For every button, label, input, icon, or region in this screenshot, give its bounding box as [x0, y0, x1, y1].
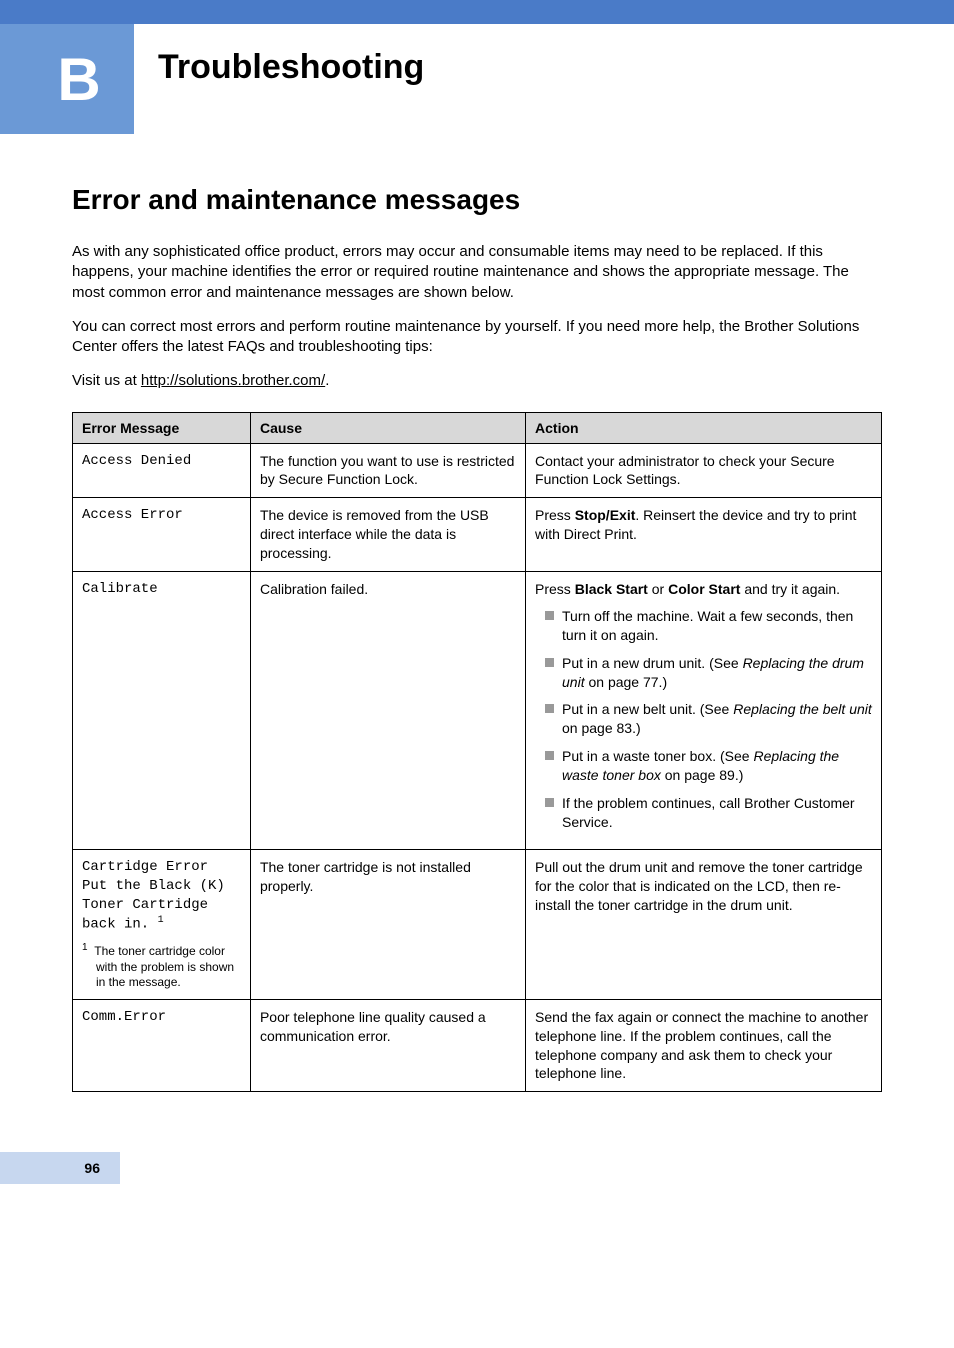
list-item: Turn off the machine. Wait a few seconds…: [535, 607, 872, 645]
t: Press: [535, 581, 575, 597]
visit-line: Visit us at http://solutions.brother.com…: [72, 371, 882, 391]
list-text: Turn off the machine. Wait a few seconds…: [562, 607, 872, 645]
cell-error-message: Cartridge Error Put the Black (K) Toner …: [73, 849, 251, 999]
cell-error-message: Calibrate: [73, 571, 251, 849]
section-heading: Error and maintenance messages: [72, 184, 882, 216]
bullet-icon: [545, 611, 554, 620]
table-row: Calibrate Calibration failed. Press Blac…: [73, 571, 882, 849]
page-title: Troubleshooting: [134, 24, 424, 134]
cell-error-message: Access Error: [73, 498, 251, 572]
main-content: Error and maintenance messages As with a…: [0, 134, 954, 1112]
page-footer: 96: [0, 1112, 954, 1214]
list-text: Put in a waste toner box. (See Replacing…: [562, 747, 872, 785]
cell-action: Pull out the drum unit and remove the to…: [526, 849, 882, 999]
cell-error-message: Access Denied: [73, 443, 251, 498]
cell-error-message: Comm.Error: [73, 999, 251, 1092]
t: Put in a new drum unit. (See: [562, 655, 743, 671]
table-row: Access Denied The function you want to u…: [73, 443, 882, 498]
cell-cause: The toner cartridge is not installed pro…: [250, 849, 525, 999]
cell-action: Send the fax again or connect the machin…: [526, 999, 882, 1092]
t: Color Start: [668, 581, 740, 597]
table-row: Access Error The device is removed from …: [73, 498, 882, 572]
top-color-bar: [0, 0, 954, 24]
cell-action: Contact your administrator to check your…: [526, 443, 882, 498]
intro-paragraph-1: As with any sophisticated office product…: [72, 242, 882, 303]
action-prefix: Press: [535, 507, 575, 523]
appendix-letter: B: [57, 45, 100, 114]
footnote-marker: 1: [158, 915, 164, 926]
visit-prefix: Visit us at: [72, 372, 141, 389]
list-text: If the problem continues, call Brother C…: [562, 794, 872, 832]
page-number: 96: [0, 1152, 120, 1184]
t: Black Start: [575, 581, 648, 597]
list-item: Put in a new belt unit. (See Replacing t…: [535, 700, 872, 738]
table-row: Comm.Error Poor telephone line quality c…: [73, 999, 882, 1092]
bullet-icon: [545, 704, 554, 713]
bullet-icon: [545, 658, 554, 667]
appendix-badge: B: [24, 24, 134, 134]
t: or: [648, 581, 668, 597]
t: and try it again.: [740, 581, 840, 597]
list-item: If the problem continues, call Brother C…: [535, 794, 872, 832]
msg-line-2: Put the Black (K) Toner Cartridge back i…: [82, 877, 241, 935]
header-error-message: Error Message: [73, 412, 251, 443]
action-first-line: Press Black Start or Color Start and try…: [535, 580, 872, 599]
cell-cause: Poor telephone line quality caused a com…: [250, 999, 525, 1092]
action-list: Turn off the machine. Wait a few seconds…: [535, 607, 872, 832]
t: Put in a new belt unit. (See: [562, 701, 733, 717]
cell-cause: The device is removed from the USB direc…: [250, 498, 525, 572]
action-bold: Stop/Exit: [575, 507, 636, 523]
t: Put the Black (K) Toner Cartridge back i…: [82, 878, 225, 933]
intro-paragraph-2: You can correct most errors and perform …: [72, 317, 882, 358]
visit-link[interactable]: http://solutions.brother.com/: [141, 372, 325, 389]
table-row: Cartridge Error Put the Black (K) Toner …: [73, 849, 882, 999]
t: Replacing the belt unit: [733, 701, 872, 717]
cell-cause: The function you want to use is restrict…: [250, 443, 525, 498]
cell-cause: Calibration failed.: [250, 571, 525, 849]
title-block: B Troubleshooting: [0, 24, 954, 134]
footnote: 1 The toner cartridge color with the pro…: [82, 941, 241, 991]
t: on page 77.): [585, 674, 668, 690]
bullet-icon: [545, 798, 554, 807]
cell-action: Press Black Start or Color Start and try…: [526, 571, 882, 849]
header-cause: Cause: [250, 412, 525, 443]
t: on page 83.): [562, 720, 641, 736]
footnote-text: The toner cartridge color with the probl…: [94, 944, 234, 989]
t: Put in a waste toner box. (See: [562, 748, 753, 764]
list-text: Put in a new drum unit. (See Replacing t…: [562, 654, 872, 692]
bullet-icon: [545, 751, 554, 760]
visit-suffix: .: [325, 372, 329, 389]
table-header-row: Error Message Cause Action: [73, 412, 882, 443]
side-stub: [0, 24, 24, 134]
error-table: Error Message Cause Action Access Denied…: [72, 412, 882, 1093]
list-text: Put in a new belt unit. (See Replacing t…: [562, 700, 872, 738]
list-item: Put in a waste toner box. (See Replacing…: [535, 747, 872, 785]
footnote-marker: 1: [82, 942, 88, 953]
list-item: Put in a new drum unit. (See Replacing t…: [535, 654, 872, 692]
cell-action: Press Stop/Exit. Reinsert the device and…: [526, 498, 882, 572]
header-action: Action: [526, 412, 882, 443]
msg-line-1: Cartridge Error: [82, 858, 241, 877]
t: on page 89.): [661, 767, 744, 783]
